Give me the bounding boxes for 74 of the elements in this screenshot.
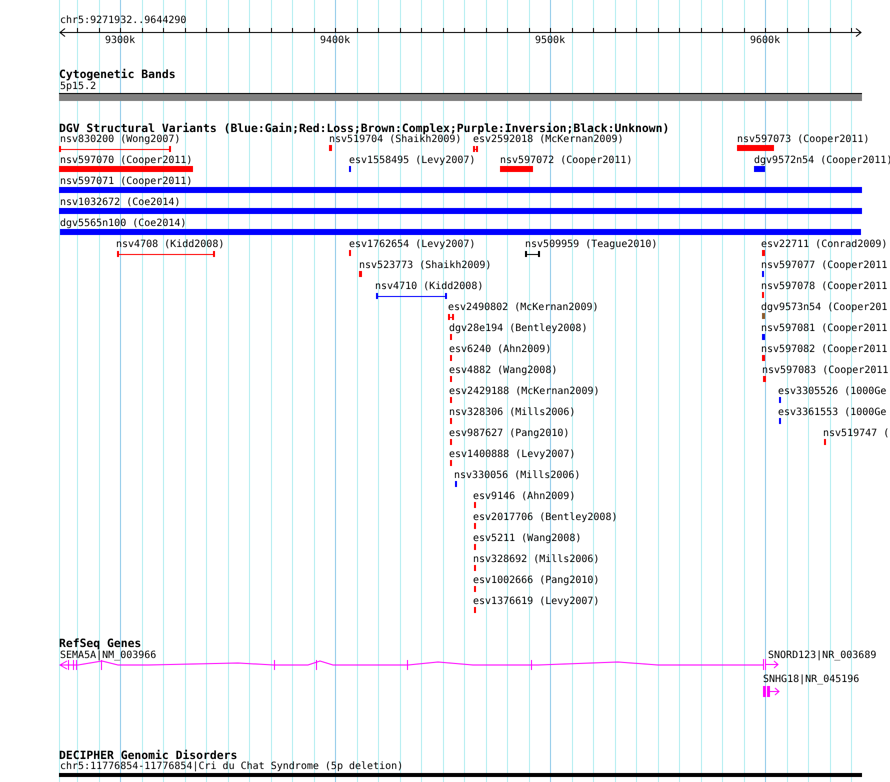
disorder-bar[interactable]	[59, 773, 862, 777]
variant-label[interactable]: nsv597073 (Cooper2011)	[737, 134, 870, 146]
variant-bar[interactable]	[754, 166, 765, 172]
variant-label[interactable]: esv6240 (Ahn2009)	[449, 344, 552, 356]
variant-label[interactable]: esv2429188 (McKernan2009)	[449, 386, 600, 398]
variant-bar[interactable]	[500, 166, 533, 172]
variant-span[interactable]	[376, 293, 447, 299]
band-label: 5p15.2	[60, 81, 96, 93]
variant-label[interactable]: nsv597072 (Cooper2011)	[500, 155, 632, 167]
variant-label[interactable]: esv5211 (Wang2008)	[473, 533, 582, 545]
variant-label[interactable]: nsv328306 (Mills2006)	[449, 407, 576, 419]
gene-label[interactable]: SEMA5A|NM_003966	[60, 650, 156, 662]
variant-label[interactable]: nsv519704 (Shaikh2009)	[329, 134, 462, 146]
track-title: RefSeq Genes	[59, 636, 142, 650]
variant-label[interactable]: esv1400888 (Levy2007)	[449, 449, 576, 461]
variant-bar[interactable]	[59, 187, 862, 193]
variant-label[interactable]: nsv597082 (Cooper2011	[761, 344, 888, 356]
variant-bar[interactable]	[762, 250, 765, 256]
ruler-tick-label: 9600k	[750, 35, 780, 47]
variant-label[interactable]: esv3305526 (1000Ge	[778, 386, 886, 398]
variant-span[interactable]	[525, 251, 540, 257]
variant-label[interactable]: nsv509959 (Teague2010)	[525, 239, 658, 251]
variant-bar[interactable]	[762, 334, 765, 340]
variant-label[interactable]: esv22711 (Conrad2009)	[761, 239, 888, 251]
variant-label[interactable]: dgv9573n54 (Cooper201	[761, 302, 888, 314]
variant-label[interactable]: nsv830200 (Wong2007)	[60, 134, 180, 146]
variant-label[interactable]: esv1558495 (Levy2007)	[349, 155, 476, 167]
variant-bar[interactable]	[329, 145, 332, 151]
variant-bar[interactable]	[60, 229, 861, 235]
variant-label[interactable]: dgv28e194 (Bentley2008)	[449, 323, 588, 335]
variant-label[interactable]: nsv597083 (Cooper2011	[762, 365, 888, 377]
ruler-tick-label: 9300k	[105, 35, 136, 47]
variant-bar[interactable]	[59, 208, 862, 214]
variant-bar[interactable]	[762, 355, 765, 361]
variant-label[interactable]: esv4882 (Wang2008)	[449, 365, 558, 377]
variant-label[interactable]: esv2592018 (McKernan2009)	[473, 134, 624, 146]
disorder-label[interactable]: chr5:11776854-11776854|Cri du Chat Syndrome (5p deletion)	[60, 761, 404, 773]
variant-label[interactable]: nsv597070 (Cooper2011)	[60, 155, 192, 167]
variant-label[interactable]: nsv4708 (Kidd2008)	[116, 239, 224, 251]
ruler-tick-label: 9500k	[535, 35, 566, 47]
variant-label[interactable]: esv1376619 (Levy2007)	[473, 596, 600, 608]
variant-label[interactable]: dgv9572n54 (Cooper2011)	[754, 155, 890, 167]
variant-label[interactable]: nsv1032672 (Coe2014)	[60, 197, 180, 209]
gene-label[interactable]: SNHG18|NR_045196	[763, 674, 860, 686]
variant-bar[interactable]	[762, 313, 765, 319]
variant-label[interactable]: esv2017706 (Bentley2008)	[473, 512, 618, 524]
track-title: Cytogenetic Bands	[59, 67, 176, 81]
variant-label[interactable]: nsv519747 (	[823, 428, 890, 440]
variant-label[interactable]: esv3361553 (1000Ge	[778, 407, 886, 419]
gene-label[interactable]: SNORD123|NR_003689	[768, 650, 876, 662]
gene-arrow-drawing[interactable]	[762, 659, 780, 670]
variant-label[interactable]: esv987627 (Pang2010)	[449, 428, 570, 440]
variant-label[interactable]: nsv597071 (Cooper2011)	[60, 176, 192, 188]
variant-label[interactable]: nsv597077 (Cooper2011	[761, 260, 888, 272]
track-title: DECIPHER Genomic Disorders	[59, 748, 238, 762]
variant-bar[interactable]	[359, 271, 362, 277]
gene-arrow-drawing[interactable]	[762, 686, 781, 697]
variant-label[interactable]: nsv523773 (Shaikh2009)	[359, 260, 492, 272]
variant-label[interactable]: esv1762654 (Levy2007)	[349, 239, 476, 251]
variant-bar[interactable]	[763, 376, 766, 382]
variant-label[interactable]: esv9146 (Ahn2009)	[473, 491, 576, 503]
variant-label[interactable]: nsv330056 (Mills2006)	[454, 470, 580, 482]
ruler-tick-label: 9400k	[320, 35, 350, 47]
variant-bar[interactable]	[737, 145, 774, 151]
variant-label[interactable]: nsv597081 (Cooper2011	[761, 323, 888, 335]
variant-label[interactable]: nsv597078 (Cooper2011	[761, 281, 888, 293]
variant-label[interactable]: esv2490802 (McKernan2009)	[448, 302, 599, 314]
variant-bar[interactable]	[59, 166, 193, 172]
variant-label[interactable]: nsv4710 (Kidd2008)	[375, 281, 484, 293]
track-title: DGV Structural Variants (Blue:Gain;Red:Loss;Brown:Complex;Purple:Inversion;Black:Unknown)	[59, 121, 670, 135]
variant-label[interactable]: dgv5565n100 (Coe2014)	[60, 218, 186, 230]
variant-label[interactable]: nsv328692 (Mills2006)	[473, 554, 600, 566]
region-label: chr5:9271932..9644290	[60, 15, 186, 27]
variant-label[interactable]: esv1002666 (Pang2010)	[473, 575, 600, 587]
